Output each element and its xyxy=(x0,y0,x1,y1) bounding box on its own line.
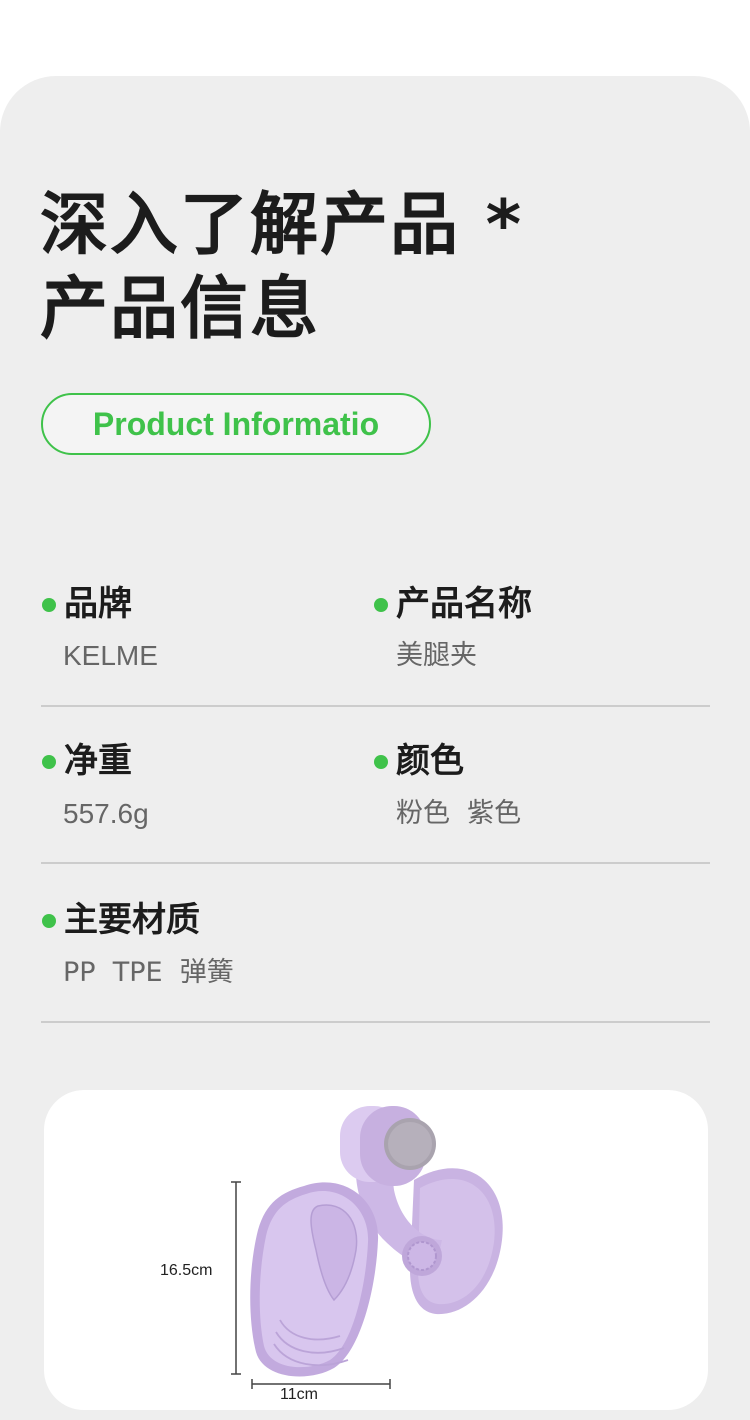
bullet-dot xyxy=(42,598,56,612)
bullet-dot xyxy=(374,755,388,769)
spec-value-brand: KELME xyxy=(63,640,158,671)
page-title-line1: 深入了解产品 * xyxy=(40,186,524,265)
spec-value-weight: 557.6g xyxy=(63,798,149,829)
spec-label-product-name: 产品名称 xyxy=(396,584,532,624)
product-image-card: 16.5cm 11cm xyxy=(44,1090,708,1410)
page-title-line2: 产品信息 xyxy=(40,270,321,349)
divider xyxy=(41,1021,710,1023)
spec-label-brand: 品牌 xyxy=(64,584,132,624)
divider xyxy=(41,862,710,864)
product-illustration xyxy=(231,1106,503,1389)
spec-value-material: PP TPE 弹簧 xyxy=(63,957,234,988)
bullet-dot xyxy=(42,755,56,769)
spec-label-weight: 净重 xyxy=(64,741,132,781)
spec-value-product-name: 美腿夹 xyxy=(396,640,477,671)
spec-label-material: 主要材质 xyxy=(64,900,200,940)
section-badge: Product Informatio xyxy=(41,393,431,455)
height-dimension-label: 16.5cm xyxy=(160,1262,213,1279)
spec-label-color: 颜色 xyxy=(396,741,464,781)
width-dimension-label: 11cm xyxy=(280,1386,318,1403)
spec-value-color: 粉色 紫色 xyxy=(396,798,522,829)
bullet-dot xyxy=(374,598,388,612)
divider xyxy=(41,705,710,707)
bullet-dot xyxy=(42,914,56,928)
